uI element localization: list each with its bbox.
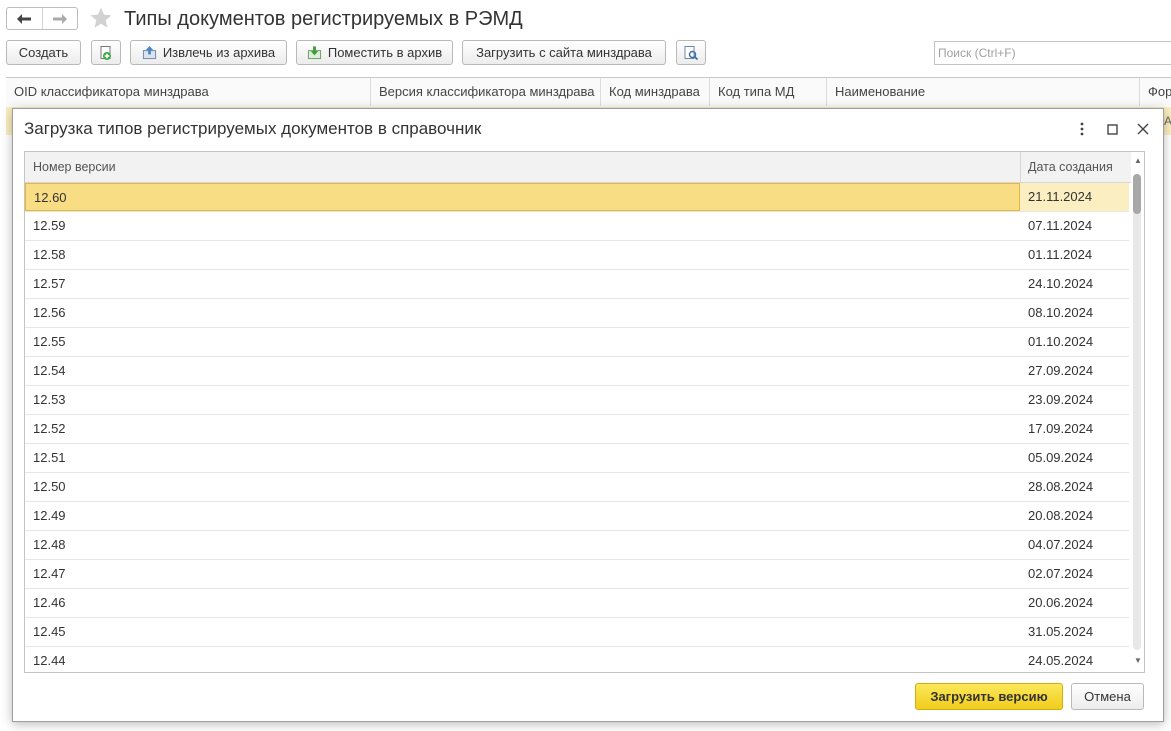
version-number-cell: 12.47 [33, 566, 66, 581]
add-copy-icon [100, 45, 111, 60]
arrow-left-icon [17, 13, 32, 24]
column-header-code[interactable]: Код минздрава [601, 78, 710, 106]
creation-date-cell: 20.08.2024 [1028, 508, 1094, 523]
creation-date-cell: 01.10.2024 [1028, 334, 1094, 349]
creation-date-cell: 08.10.2024 [1028, 305, 1094, 320]
table-row[interactable]: 12.59 07.11.2024 [25, 212, 1129, 241]
version-number-cell: 12.46 [33, 595, 66, 610]
back-button[interactable] [7, 8, 42, 29]
version-number-cell: 12.44 [33, 653, 66, 668]
find-button[interactable] [676, 40, 706, 65]
creation-date-cell: 21.11.2024 [1028, 189, 1093, 204]
table-row[interactable]: 12.46 20.06.2024 [25, 589, 1129, 618]
column-header-md-type[interactable]: Код типа МД [710, 78, 827, 106]
cancel-button[interactable]: Отмена [1071, 683, 1144, 710]
versions-table-body: 12.60 21.11.2024 12.59 07.11.2024 12.58 01.11… [25, 183, 1129, 672]
table-row[interactable]: 12.55 01.10.2024 [25, 328, 1129, 357]
create-button[interactable]: Создать [6, 40, 81, 65]
version-number-cell: 12.57 [33, 276, 66, 291]
creation-date-cell: 28.08.2024 [1028, 479, 1094, 494]
table-row[interactable]: 12.52 17.09.2024 [25, 415, 1129, 444]
version-number-cell: 12.59 [33, 218, 66, 233]
extract-label: Извлечь из архива [162, 45, 276, 60]
search-placeholder: Поиск (Ctrl+F) [938, 46, 1016, 60]
table-row[interactable]: 12.53 23.09.2024 [25, 386, 1129, 415]
version-number-cell: 12.60 [25, 183, 1020, 211]
creation-date-cell: 01.11.2024 [1028, 247, 1093, 262]
table-row[interactable]: 12.45 31.05.2024 [25, 618, 1129, 647]
find-document-icon [684, 45, 699, 60]
page-title: Типы документов регистрируемых в РЭМД [124, 8, 523, 30]
column-header-format[interactable]: Фор [1140, 78, 1171, 106]
scrollbar-thumb[interactable] [1133, 174, 1141, 214]
version-number-cell: 12.52 [33, 421, 66, 436]
creation-date-cell: 02.07.2024 [1028, 566, 1094, 581]
more-actions-icon[interactable] [1072, 119, 1092, 139]
maximize-icon[interactable] [1102, 119, 1122, 139]
version-number-cell: 12.49 [33, 508, 66, 523]
put-to-archive-button[interactable]: Поместить в архив [296, 40, 453, 65]
table-row[interactable]: 12.49 20.08.2024 [25, 502, 1129, 531]
version-number-cell: 12.45 [33, 624, 66, 639]
creation-date-cell: 23.09.2024 [1028, 392, 1094, 407]
version-number-cell: 12.50 [33, 479, 66, 494]
load-version-dialog: Загрузка типов регистрируемых документов… [12, 108, 1164, 722]
versions-table-header: Номер версии Дата создания [25, 152, 1131, 183]
copy-button[interactable] [91, 40, 121, 65]
creation-date-cell: 24.05.2024 [1028, 653, 1094, 668]
table-row[interactable]: 12.48 04.07.2024 [25, 531, 1129, 560]
table-row[interactable]: 12.60 21.11.2024 [25, 183, 1129, 212]
table-row[interactable]: 12.44 24.05.2024 [25, 647, 1129, 672]
navigation-buttons [6, 7, 78, 30]
table-row[interactable]: 12.54 27.09.2024 [25, 357, 1129, 386]
put-archive-icon [307, 46, 321, 60]
column-header-oid[interactable]: OID классификатора минздрава [6, 78, 371, 106]
search-input[interactable]: Поиск (Ctrl+F) [934, 41, 1171, 65]
creation-date-cell: 24.10.2024 [1028, 276, 1094, 291]
dialog-title: Загрузка типов регистрируемых документов… [24, 119, 482, 138]
extract-archive-icon [142, 45, 156, 60]
table-row[interactable]: 12.58 01.11.2024 [25, 241, 1129, 270]
table-row[interactable]: 12.51 05.09.2024 [25, 444, 1129, 473]
column-header-creation-date[interactable]: Дата создания [1020, 152, 1121, 183]
create-button-label: Создать [18, 45, 69, 60]
creation-date-cell: 04.07.2024 [1028, 537, 1094, 552]
download-label: Загрузить с сайта минздрава [476, 45, 652, 60]
archive-label: Поместить в архив [327, 45, 443, 60]
table-row[interactable]: 12.47 02.07.2024 [25, 560, 1129, 589]
arrow-right-icon [52, 13, 67, 24]
version-number-cell: 12.51 [33, 450, 66, 465]
table-row[interactable]: 12.50 28.08.2024 [25, 473, 1129, 502]
close-icon[interactable] [1133, 119, 1153, 139]
creation-date-cell: 05.09.2024 [1028, 450, 1094, 465]
extract-from-archive-button[interactable]: Извлечь из архива [130, 40, 287, 65]
creation-date-cell: 17.09.2024 [1028, 421, 1094, 436]
column-header-version[interactable]: Версия классификатора минздрава [371, 78, 601, 106]
versions-table: Номер версии Дата создания 12.60 21.11.20… [24, 151, 1145, 673]
load-version-button[interactable]: Загрузить версию [915, 683, 1063, 710]
creation-date-cell: 20.06.2024 [1028, 595, 1094, 610]
column-header-name[interactable]: Наименование [827, 78, 1140, 106]
partial-cell-text: А [1164, 114, 1171, 128]
creation-date-cell: 07.11.2024 [1028, 218, 1093, 233]
version-number-cell: 12.53 [33, 392, 66, 407]
scroll-up-icon[interactable]: ▲ [1131, 156, 1144, 166]
creation-date-cell: 31.05.2024 [1028, 624, 1094, 639]
scrollbar-track[interactable] [1133, 174, 1141, 650]
download-from-site-button[interactable]: Загрузить с сайта минздрава [462, 40, 666, 65]
forward-button[interactable] [41, 8, 78, 29]
version-number-cell: 12.55 [33, 334, 66, 349]
favorite-star-icon[interactable] [89, 6, 113, 30]
scroll-down-icon[interactable]: ▼ [1131, 656, 1144, 666]
table-row[interactable]: 12.57 24.10.2024 [25, 270, 1129, 299]
version-number-cell: 12.58 [33, 247, 66, 262]
column-header-version-number[interactable]: Номер версии [25, 152, 124, 183]
version-number-cell: 12.56 [33, 305, 66, 320]
table-row[interactable]: 12.56 08.10.2024 [25, 299, 1129, 328]
creation-date-cell: 27.09.2024 [1028, 363, 1094, 378]
version-number-cell: 12.48 [33, 537, 66, 552]
version-number-cell: 12.54 [33, 363, 66, 378]
